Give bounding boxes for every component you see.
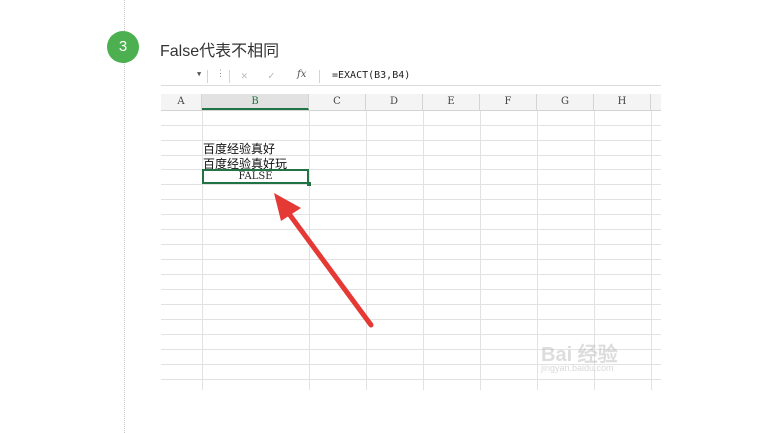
arrow-shaft: [281, 204, 374, 328]
tutorial-step-page: 3 False代表不相同 ▼ ⋮ ✕ ✓ fx =EXACT(B3,B4) A …: [0, 0, 780, 433]
red-arrow-annotation: [274, 193, 374, 328]
arrow-head: [274, 193, 301, 221]
